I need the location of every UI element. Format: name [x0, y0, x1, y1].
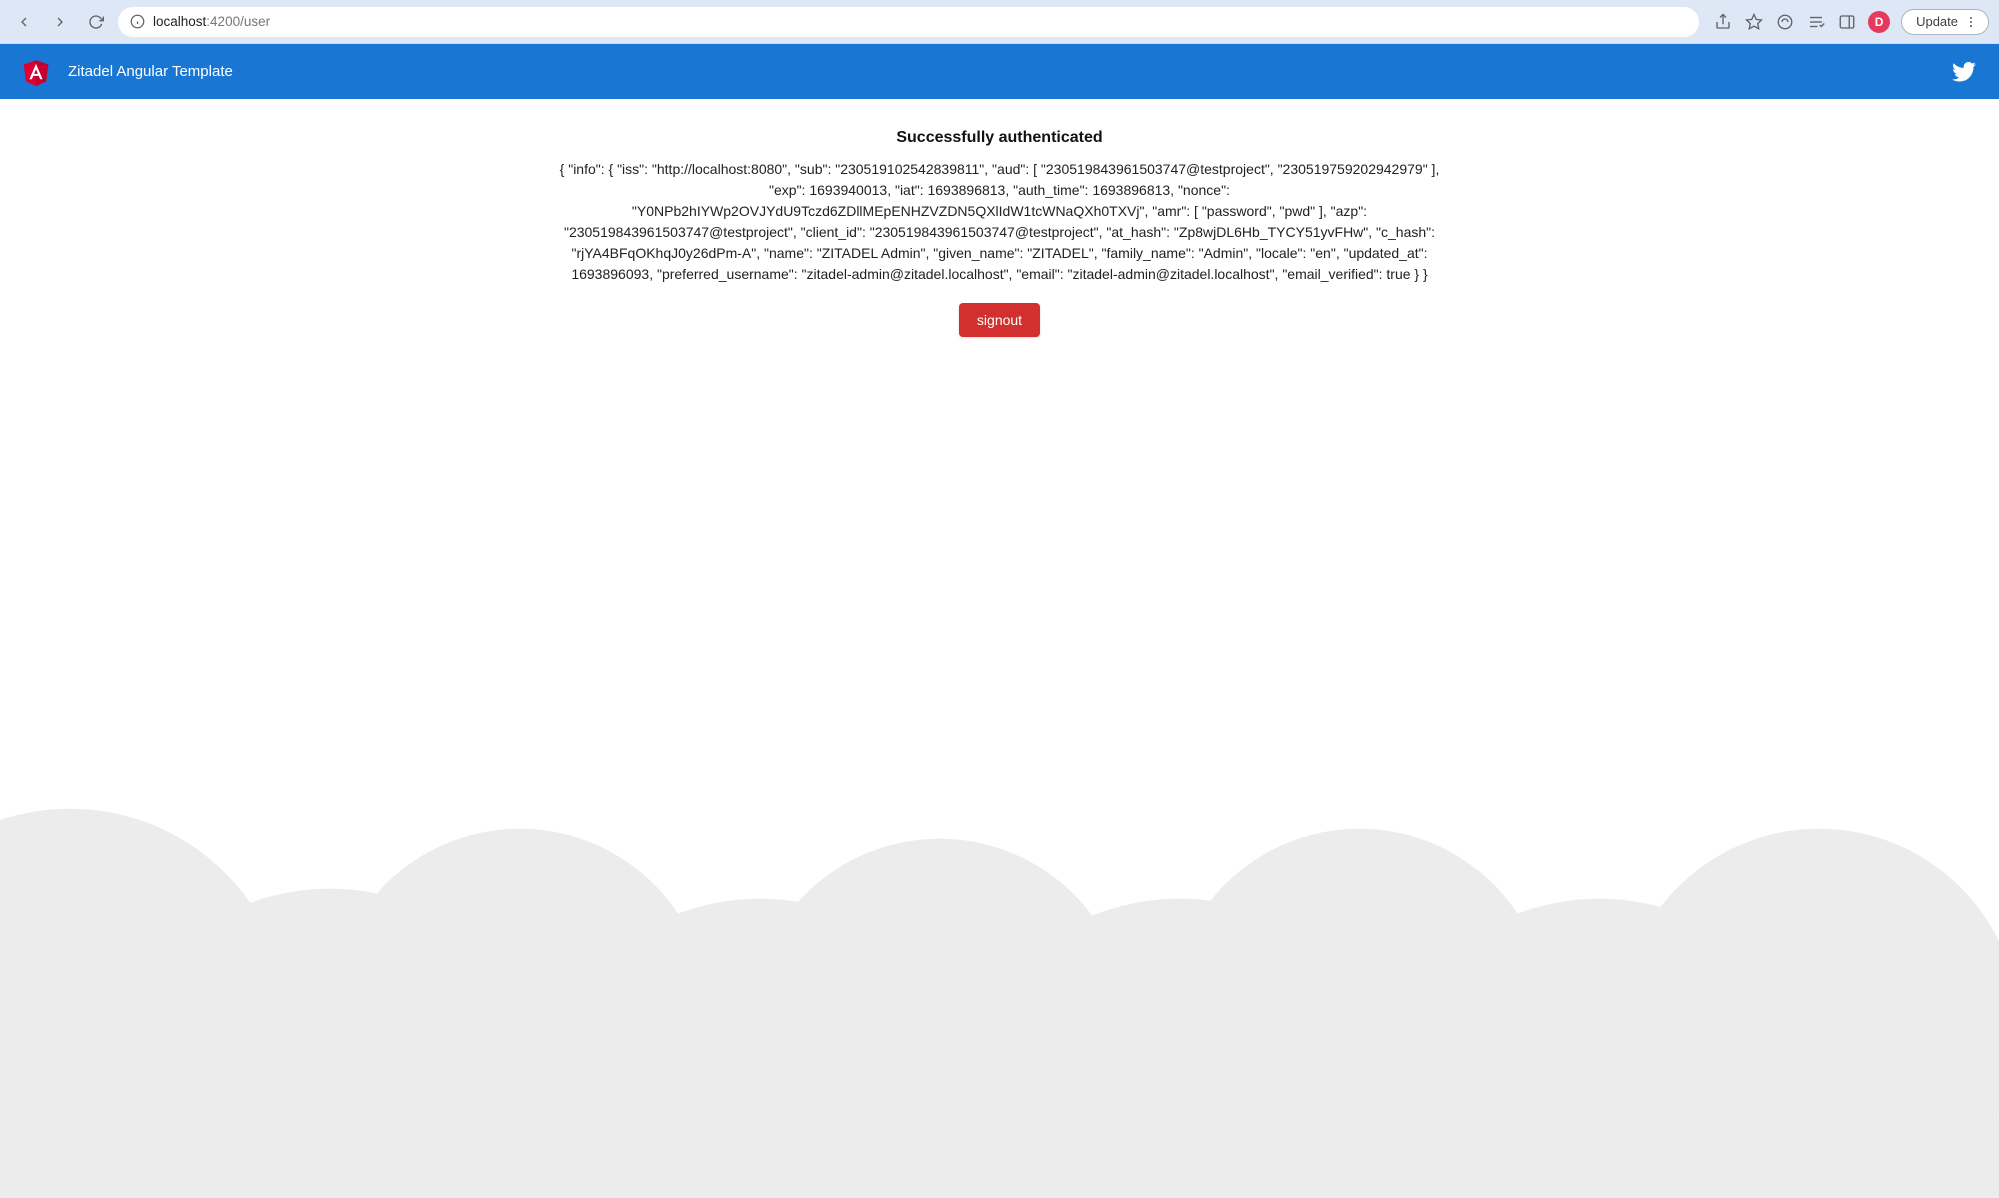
page-title: Successfully authenticated: [560, 129, 1440, 147]
panel-icon[interactable]: [1837, 12, 1857, 32]
reload-button[interactable]: [82, 8, 110, 36]
app-title: Zitadel Angular Template: [68, 63, 233, 80]
star-icon[interactable]: [1744, 12, 1764, 32]
signout-button[interactable]: signout: [959, 303, 1040, 337]
profile-avatar[interactable]: D: [1868, 11, 1890, 33]
chrome-actions: D Update: [1707, 9, 1989, 35]
back-button[interactable]: [10, 8, 38, 36]
auth-info-json: { "info": { "iss": "http://localhost:808…: [560, 159, 1440, 285]
site-info-icon[interactable]: [130, 14, 145, 29]
page-body: Successfully authenticated { "info": { "…: [0, 99, 1999, 1198]
address-bar[interactable]: localhost:4200/user: [118, 7, 1699, 37]
share-icon[interactable]: [1713, 12, 1733, 32]
arrow-right-icon: [52, 14, 68, 30]
clouds-decoration: [0, 649, 1999, 1198]
reading-list-icon[interactable]: [1806, 12, 1826, 32]
angular-logo-icon: [22, 57, 50, 87]
twitter-icon: [1951, 59, 1977, 85]
more-vertical-icon: [1964, 15, 1978, 29]
update-label: Update: [1916, 14, 1958, 29]
extension-icon[interactable]: [1775, 12, 1795, 32]
app-header: Zitadel Angular Template: [0, 44, 1999, 99]
reload-icon: [88, 14, 104, 30]
url-path: :4200/user: [206, 14, 270, 29]
url-text: localhost:4200/user: [153, 14, 270, 29]
signout-label: signout: [977, 312, 1022, 328]
twitter-link[interactable]: [1951, 59, 1977, 85]
forward-button[interactable]: [46, 8, 74, 36]
url-host: localhost: [153, 14, 206, 29]
arrow-left-icon: [16, 14, 32, 30]
avatar-letter: D: [1875, 15, 1884, 29]
page-content: Successfully authenticated { "info": { "…: [540, 99, 1460, 337]
update-button[interactable]: Update: [1901, 9, 1989, 35]
browser-chrome: localhost:4200/user D Update: [0, 0, 1999, 44]
